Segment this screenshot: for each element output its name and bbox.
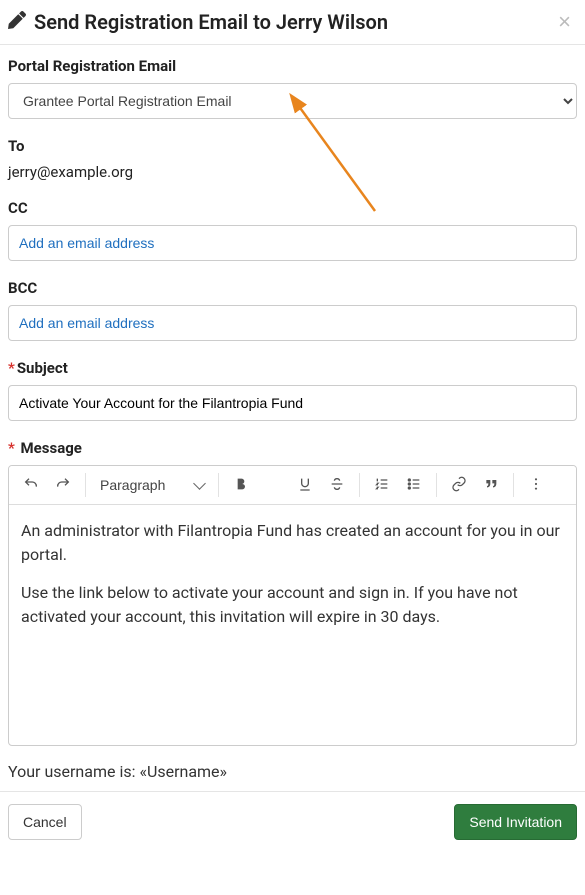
more-vertical-icon: [528, 476, 544, 495]
to-label: To: [8, 137, 577, 155]
toolbar-divider: [218, 473, 219, 497]
unordered-list-icon: [406, 476, 422, 495]
message-paragraph: Use the link below to activate your acco…: [21, 581, 564, 629]
underline-icon: [297, 476, 313, 495]
modal-header: Send Registration Email to Jerry Wilson …: [0, 0, 585, 45]
strikethrough-button[interactable]: [321, 470, 353, 500]
portal-email-select[interactable]: Grantee Portal Registration Email: [8, 83, 577, 119]
cancel-button[interactable]: Cancel: [8, 804, 82, 840]
format-select[interactable]: Paragraph: [92, 470, 212, 500]
modal-footer: Cancel Send Invitation: [0, 791, 585, 852]
redo-icon: [55, 476, 71, 495]
ordered-list-button[interactable]: [366, 470, 398, 500]
undo-button[interactable]: [15, 470, 47, 500]
editor-content[interactable]: An administrator with Filantropia Fund h…: [9, 505, 576, 745]
subject-group: *Subject: [8, 359, 577, 421]
message-label: * Message: [8, 439, 577, 457]
underline-button[interactable]: [289, 470, 321, 500]
bcc-label: BCC: [8, 279, 577, 297]
redo-button[interactable]: [47, 470, 79, 500]
bold-icon: [233, 476, 249, 495]
close-icon: ×: [558, 9, 571, 34]
more-button[interactable]: [520, 470, 552, 500]
pencil-icon: [8, 10, 26, 34]
editor-toolbar: Paragraph: [9, 466, 576, 505]
close-button[interactable]: ×: [552, 11, 577, 33]
quote-button[interactable]: [475, 470, 507, 500]
strikethrough-icon: [329, 476, 345, 495]
ordered-list-icon: [374, 476, 390, 495]
bcc-input[interactable]: [8, 305, 577, 341]
subject-label: *Subject: [8, 359, 577, 377]
quote-icon: [483, 476, 499, 495]
unordered-list-button[interactable]: [398, 470, 430, 500]
cc-label: CC: [8, 199, 577, 217]
modal-body: Portal Registration Email Grantee Portal…: [0, 45, 585, 791]
italic-icon: [265, 476, 281, 495]
bold-button[interactable]: [225, 470, 257, 500]
message-group: * Message Paragraph: [8, 439, 577, 746]
toolbar-divider: [436, 473, 437, 497]
to-value: jerry@example.org: [8, 163, 577, 181]
modal-title: Send Registration Email to Jerry Wilson: [8, 10, 388, 34]
toolbar-divider: [359, 473, 360, 497]
italic-button[interactable]: [257, 470, 289, 500]
cc-input[interactable]: [8, 225, 577, 261]
toolbar-divider: [513, 473, 514, 497]
send-registration-modal: Send Registration Email to Jerry Wilson …: [0, 0, 585, 852]
link-button[interactable]: [443, 470, 475, 500]
rich-text-editor: Paragraph: [8, 465, 577, 746]
message-paragraph: An administrator with Filantropia Fund h…: [21, 519, 564, 567]
portal-email-label: Portal Registration Email: [8, 57, 577, 75]
subject-input[interactable]: [8, 385, 577, 421]
to-group: To jerry@example.org: [8, 137, 577, 181]
portal-email-group: Portal Registration Email Grantee Portal…: [8, 57, 577, 119]
format-select-wrap: Paragraph: [92, 470, 212, 500]
username-line: Your username is: «Username»: [8, 756, 577, 783]
modal-title-text: Send Registration Email to Jerry Wilson: [34, 10, 388, 34]
send-invitation-button[interactable]: Send Invitation: [454, 804, 577, 840]
cc-group: CC: [8, 199, 577, 261]
toolbar-divider: [85, 473, 86, 497]
link-icon: [451, 476, 467, 495]
bcc-group: BCC: [8, 279, 577, 341]
undo-icon: [23, 476, 39, 495]
